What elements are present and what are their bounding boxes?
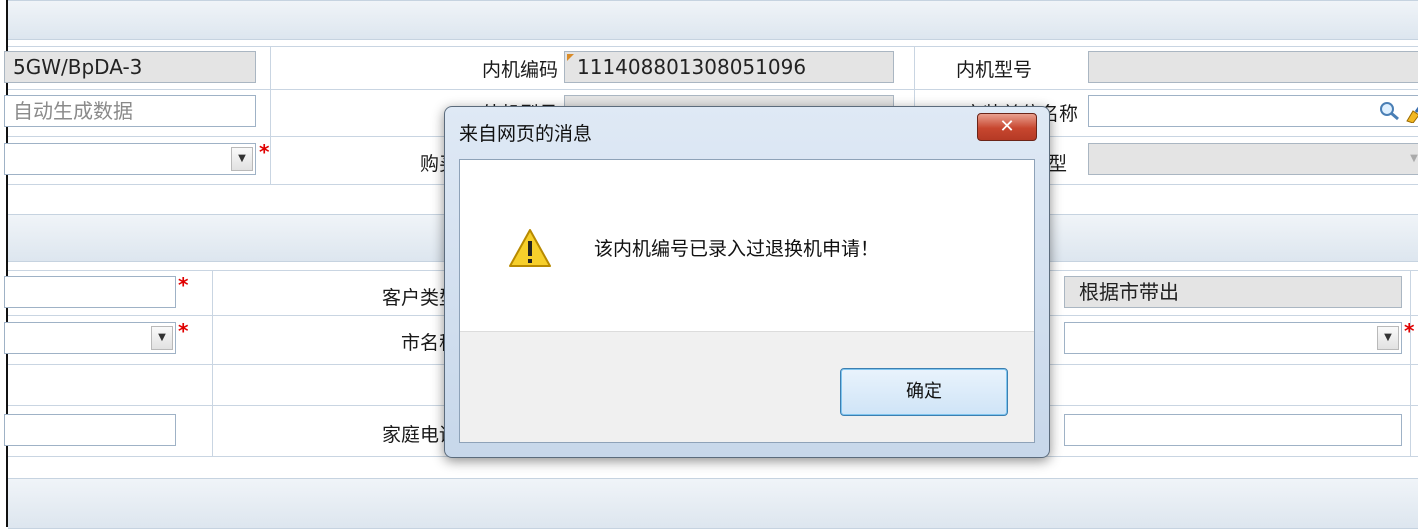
indoor-code-value: 111408801308051096 — [577, 55, 807, 79]
machine-type-label: 型 — [1048, 153, 1068, 175]
province-select[interactable]: ▼ — [4, 322, 176, 354]
required-mark: * — [1404, 319, 1415, 343]
city-auto-field[interactable]: 根据市带出 — [1064, 276, 1402, 308]
required-mark: * — [178, 273, 189, 297]
machine-type-field[interactable]: ▼ — [1088, 143, 1418, 175]
name-field[interactable] — [4, 276, 176, 308]
indoor-model-label: 内机型号 — [956, 59, 1033, 81]
install-unit-field[interactable] — [1088, 95, 1418, 127]
model-field[interactable]: 5GW/BpDA-3 — [4, 51, 256, 83]
section-header-bottom — [8, 478, 1418, 529]
warning-icon — [509, 229, 551, 267]
auto-generate-field[interactable]: 自动生成数据 — [4, 95, 256, 127]
dialog-footer: 确定 — [460, 331, 1034, 442]
clear-brush-icon[interactable] — [1403, 99, 1418, 123]
validation-corner-icon — [567, 54, 574, 61]
dropdown-arrow-icon[interactable]: ▼ — [1377, 326, 1399, 350]
customer-type-label: 客户类型 — [381, 287, 458, 309]
dropdown-arrow-icon[interactable]: ▼ — [231, 147, 253, 171]
ok-button[interactable]: 确定 — [840, 368, 1008, 416]
search-icon[interactable] — [1379, 101, 1401, 121]
home-phone-label: 家庭电话 — [381, 424, 458, 446]
required-mark: * — [259, 140, 270, 164]
dropdown-arrow-icon[interactable]: ▼ — [151, 326, 173, 350]
indoor-code-field[interactable]: 111408801308051096 — [564, 51, 894, 83]
close-button[interactable]: ✕ — [977, 113, 1037, 141]
dialog-message: 该内机编号已录入过退换机申请！ — [594, 238, 880, 260]
dropdown-arrow-icon[interactable]: ▼ — [1403, 147, 1418, 171]
close-icon: ✕ — [999, 116, 1015, 137]
indoor-model-field[interactable] — [1088, 51, 1418, 83]
city-name-label: 市名称 — [400, 332, 458, 354]
section-header-top — [8, 0, 1418, 40]
dialog-body: 该内机编号已录入过退换机申请！ 确定 — [459, 159, 1035, 443]
dialog-title: 来自网页的消息 — [459, 123, 593, 145]
indoor-code-label: 内机编码 — [481, 59, 558, 81]
required-mark: * — [178, 319, 189, 343]
select-field-1[interactable]: ▼ — [4, 143, 256, 175]
mobile-field[interactable] — [1064, 414, 1402, 446]
phone-field[interactable] — [4, 414, 176, 446]
alert-dialog: 来自网页的消息 ✕ 该内机编号已录入过退换机申请！ 确定 — [444, 106, 1050, 458]
district-select[interactable]: ▼ — [1064, 322, 1402, 354]
